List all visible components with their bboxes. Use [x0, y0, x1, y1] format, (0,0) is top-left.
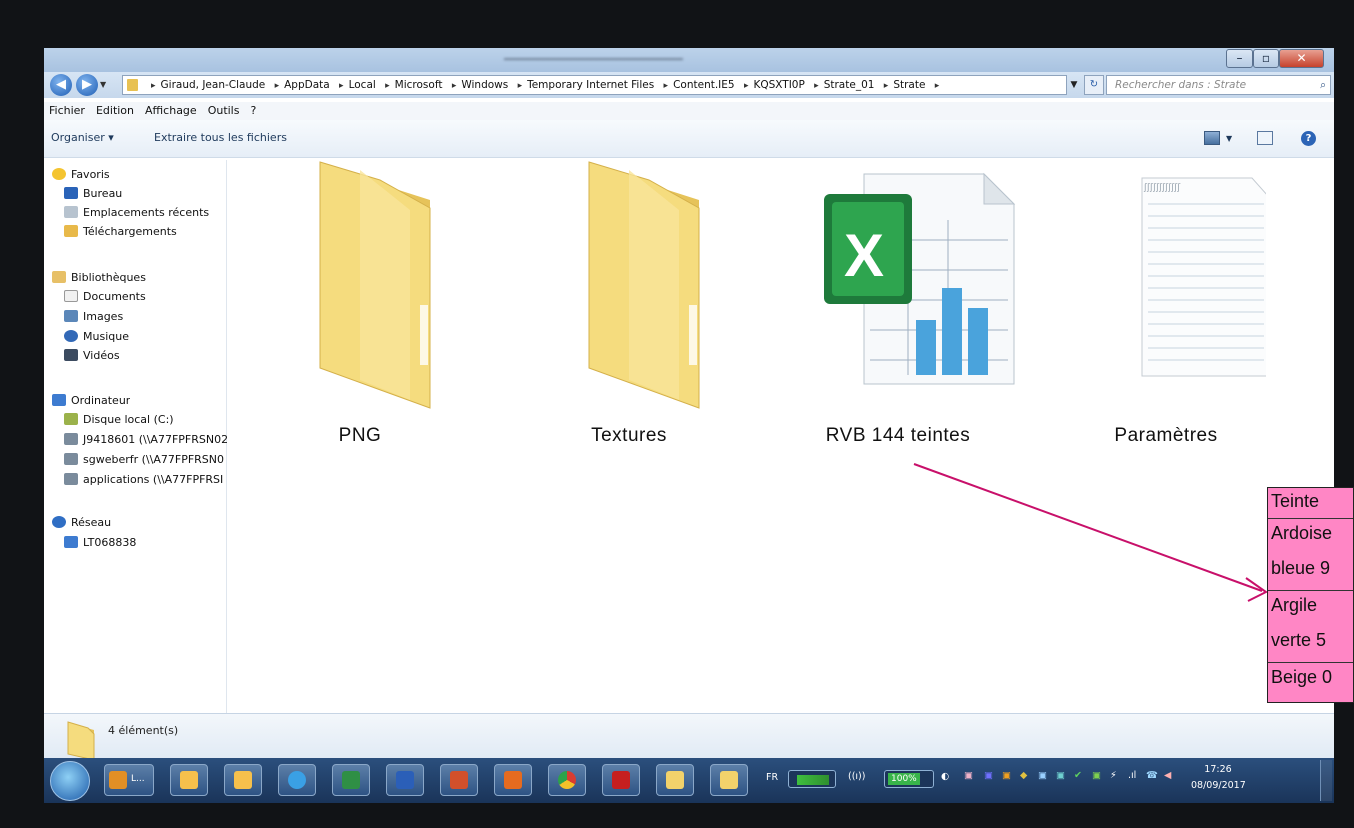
annotation-arrow	[913, 463, 1268, 602]
screen: ━━━━━━━━━━━━━━━━━━━━━━━━━━━ – ▫ ✕ ◀ ▶ ▼ …	[0, 0, 1354, 828]
annotation-row: Argile	[1268, 590, 1353, 621]
annotation-row: bleue 9	[1271, 558, 1331, 578]
annotation-row: Beige 0	[1268, 662, 1353, 693]
annotation-row: verte 5	[1271, 630, 1327, 650]
annotation-row: Teinte	[1271, 491, 1320, 511]
annotation-row: Ardoise	[1268, 518, 1353, 549]
annotation-table: Teinte Ardoise bleue 9 Argile verte 5 Be…	[1267, 487, 1354, 703]
